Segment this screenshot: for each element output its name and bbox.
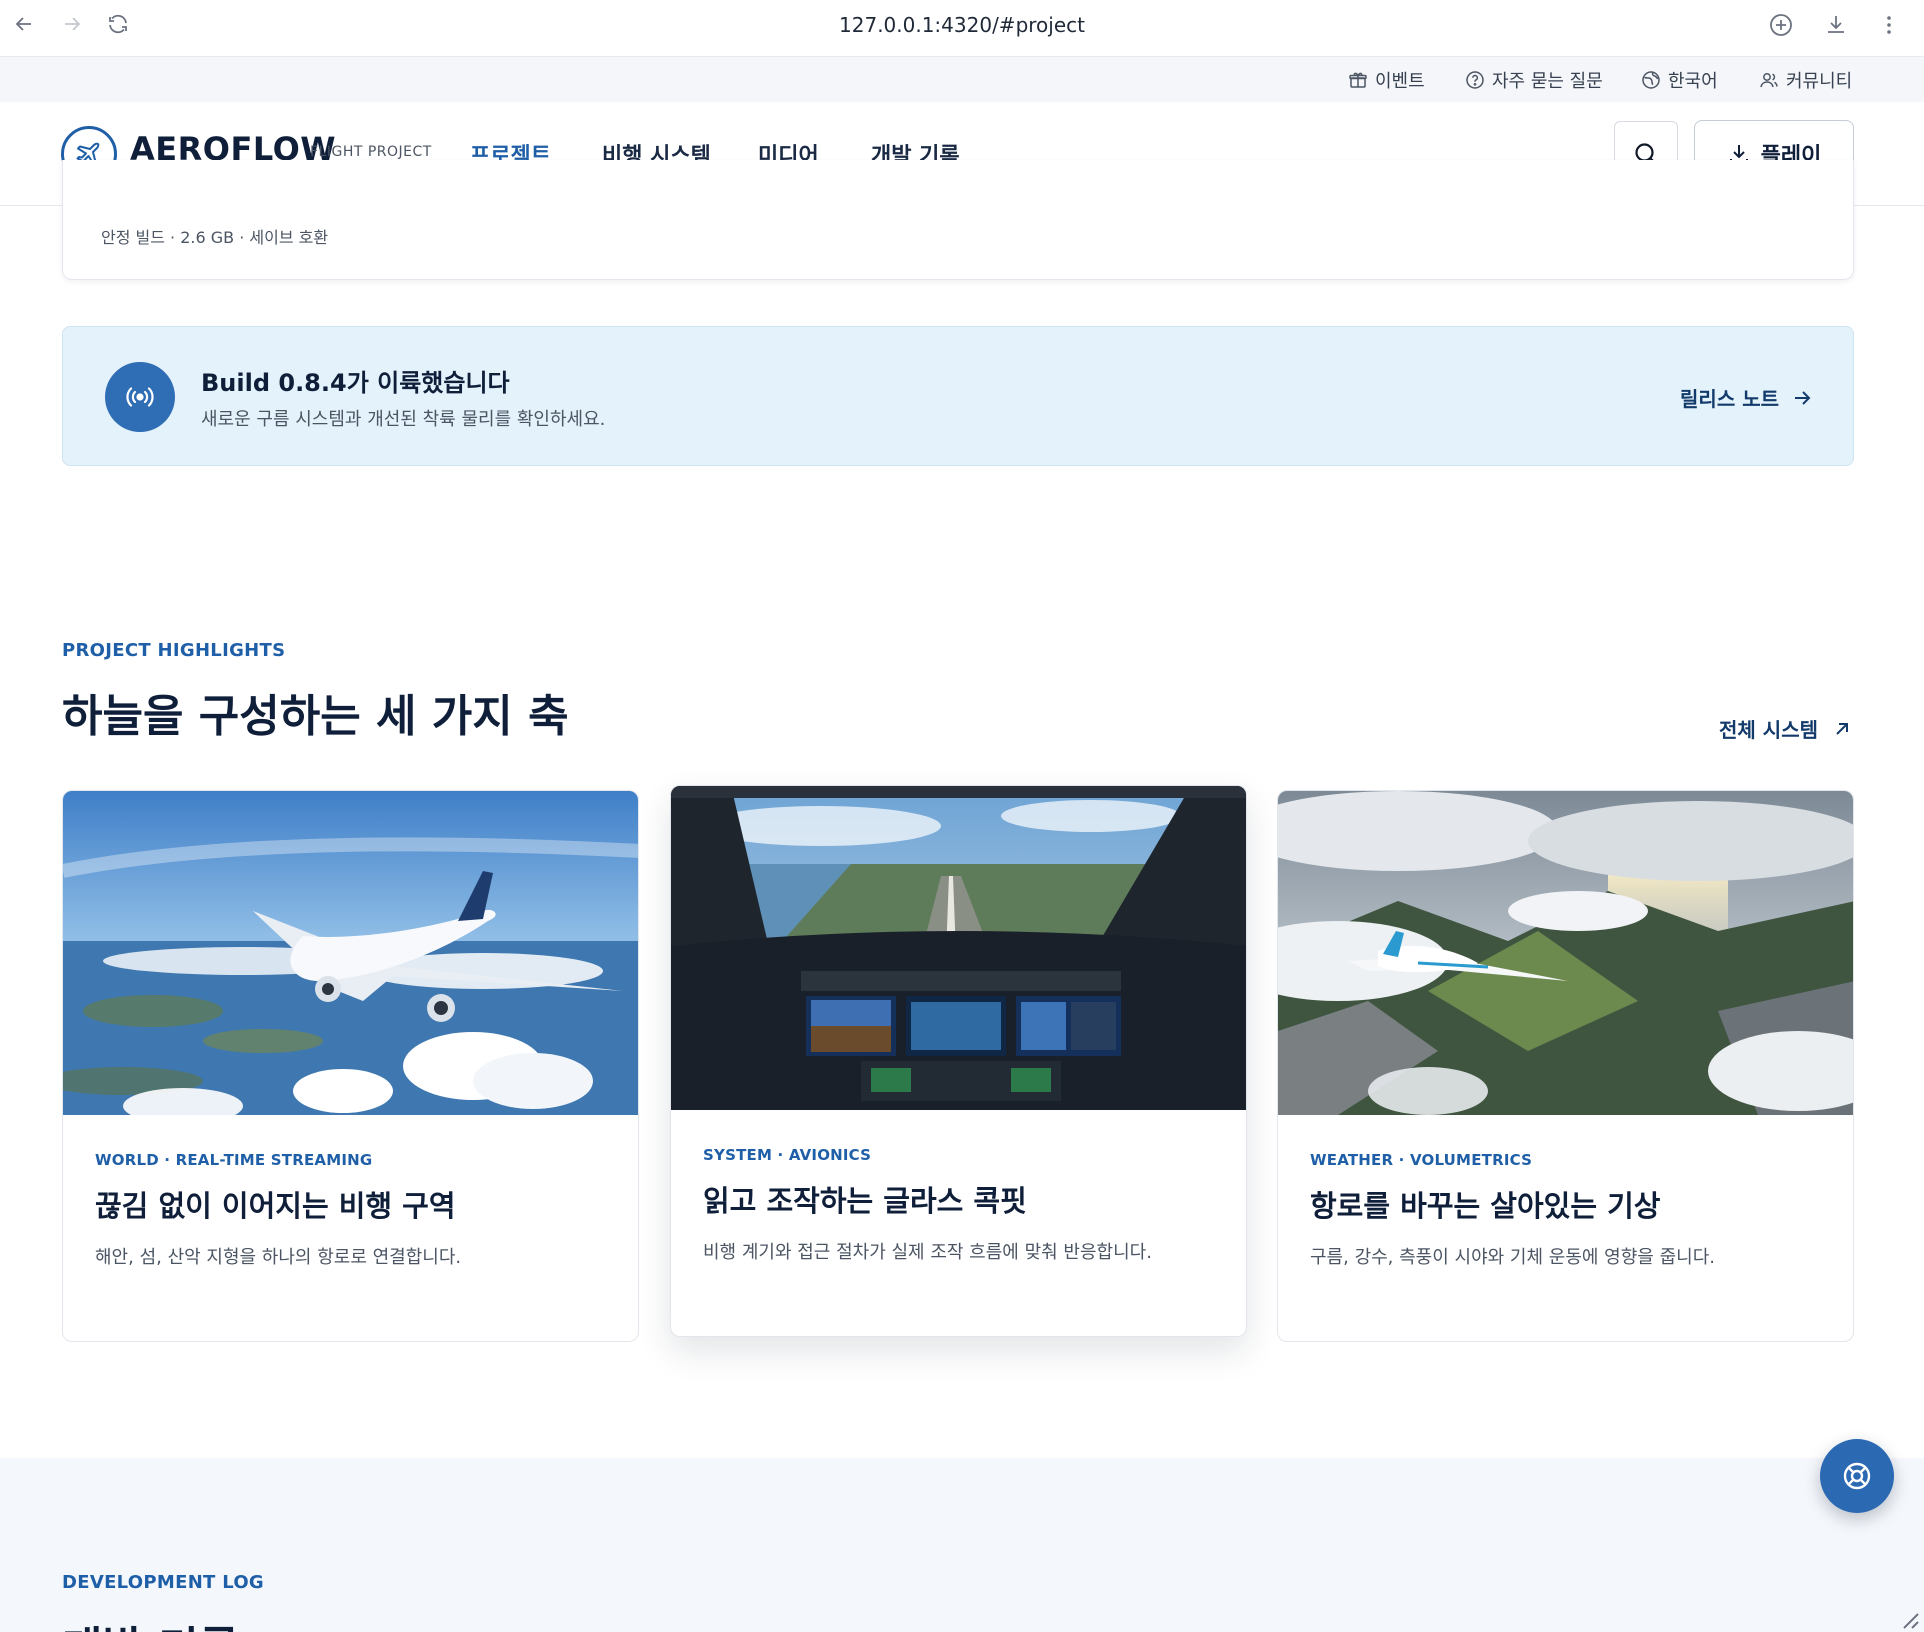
utility-bar: 이벤트 자주 묻는 질문 한국어 커뮤니티: [0, 57, 1924, 102]
release-notes-link[interactable]: 릴리스 노트: [1680, 383, 1813, 412]
back-arrow-icon[interactable]: [12, 12, 36, 36]
util-events-label: 이벤트: [1375, 71, 1425, 92]
card-title: 끊김 없이 이어지는 비행 구역: [95, 1189, 456, 1223]
resize-grip-icon[interactable]: [1896, 1606, 1920, 1630]
card-tag: WEATHER · VOLUMETRICS: [1310, 1151, 1533, 1169]
highlight-card-avionics[interactable]: SYSTEM · AVIONICS 읽고 조작하는 글라스 콕핏 비행 계기와 …: [670, 785, 1247, 1337]
help-circle-icon: [1466, 71, 1484, 89]
help-button[interactable]: [1820, 1439, 1894, 1513]
reload-icon[interactable]: [106, 12, 130, 36]
more-menu-icon[interactable]: [1876, 12, 1902, 38]
notice-title: Build 0.8.4가 이륙했습니다: [201, 369, 510, 397]
airliner-over-islands-image: [63, 791, 638, 1115]
card-title: 읽고 조작하는 글라스 콕핏: [703, 1184, 1027, 1218]
notice-description: 새로운 구름 시스템과 개선된 착륙 물리를 확인하세요.: [201, 409, 606, 430]
browser-toolbar: 127.0.0.1:4320/#project: [0, 0, 1924, 57]
download-meta: 안정 빌드 · 2.6 GB · 세이브 호환: [101, 228, 329, 247]
util-events-link[interactable]: 이벤트: [1348, 67, 1425, 93]
glass-cockpit-image: [671, 786, 1246, 1110]
globe-icon: [1642, 71, 1660, 89]
util-language-label: 한국어: [1668, 71, 1718, 92]
dev-log-eyebrow: DEVELOPMENT LOG: [62, 1572, 265, 1593]
users-icon: [1760, 73, 1778, 88]
highlights-title: 하늘을 구성하는 세 가지 축: [62, 691, 569, 742]
download-card: 안정 빌드 · 2.6 GB · 세이브 호환: [62, 160, 1854, 280]
logo-subtitle: FLIGHT PROJECT: [310, 144, 432, 160]
util-community-link[interactable]: 커뮤니티: [1759, 67, 1852, 93]
gift-icon: [1349, 72, 1367, 88]
address-bar: 127.0.0.1:4320/#project: [0, 13, 1924, 37]
all-systems-label: 전체 시스템: [1719, 718, 1818, 742]
dev-log-section: DEVELOPMENT LOG 개발 기록: [0, 1458, 1924, 1632]
card-title: 항로를 바꾸는 살아있는 기상: [1310, 1189, 1661, 1223]
util-community-label: 커뮤니티: [1786, 71, 1853, 92]
add-tab-icon[interactable]: [1768, 12, 1794, 38]
arrow-up-right-icon: [1836, 722, 1848, 735]
release-notes-label: 릴리스 노트: [1680, 387, 1779, 411]
download-icon[interactable]: [1823, 12, 1849, 38]
highlight-card-weather[interactable]: WEATHER · VOLUMETRICS 항로를 바꾸는 살아있는 기상 구름…: [1277, 790, 1854, 1342]
card-tag: WORLD · REAL-TIME STREAMING: [95, 1151, 373, 1169]
broadcast-icon: [105, 362, 175, 432]
dev-log-title: 개발 기록: [62, 1612, 239, 1632]
arrow-right-icon: [1795, 390, 1811, 405]
util-faq-label: 자주 묻는 질문: [1492, 71, 1603, 92]
all-systems-link[interactable]: 전체 시스템: [1719, 714, 1852, 743]
small-plane-over-mountains-image: [1278, 791, 1853, 1115]
card-description: 해안, 섬, 산악 지형을 하나의 항로로 연결합니다.: [95, 1247, 462, 1268]
forward-arrow-icon[interactable]: [60, 12, 84, 36]
util-language-link[interactable]: 한국어: [1641, 67, 1718, 93]
lifebuoy-icon: [1843, 1462, 1871, 1490]
highlight-card-world[interactable]: WORLD · REAL-TIME STREAMING 끊김 없이 이어지는 비…: [62, 790, 639, 1342]
card-description: 구름, 강수, 측풍이 시야와 기체 운동에 영향을 줍니다.: [1310, 1247, 1715, 1268]
url-text[interactable]: 127.0.0.1:4320/#project: [839, 13, 1085, 37]
card-tag: SYSTEM · AVIONICS: [703, 1146, 872, 1164]
util-faq-link[interactable]: 자주 묻는 질문: [1465, 67, 1603, 93]
release-notice: Build 0.8.4가 이륙했습니다 새로운 구름 시스템과 개선된 착륙 물…: [62, 326, 1854, 466]
card-description: 비행 계기와 접근 절차가 실제 조작 흐름에 맞춰 반응합니다.: [703, 1242, 1152, 1263]
highlights-eyebrow: PROJECT HIGHLIGHTS: [62, 640, 286, 661]
